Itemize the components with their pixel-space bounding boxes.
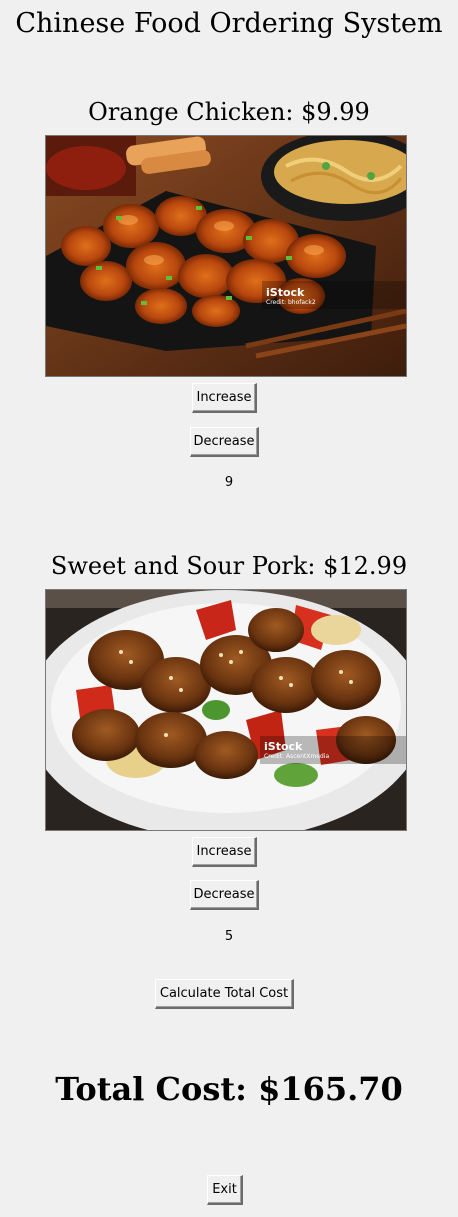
orange-chicken-increase-button[interactable]: Increase bbox=[192, 383, 257, 413]
orange-chicken-quantity: 9 bbox=[224, 475, 234, 490]
orange-chicken-watermark: iStock Credit: bhofack2 bbox=[266, 286, 316, 306]
sweet-sour-pork-increase-button[interactable]: Increase bbox=[192, 837, 257, 867]
sweet-sour-pork-decrease-button[interactable]: Decrease bbox=[190, 880, 259, 910]
exit-button[interactable]: Exit bbox=[207, 1175, 243, 1205]
calculate-total-button[interactable]: Calculate Total Cost bbox=[155, 979, 294, 1009]
sweet-sour-pork-photo: iStock Credit: AscentXmedia bbox=[45, 589, 407, 831]
orange-chicken-decrease-button[interactable]: Decrease bbox=[190, 427, 259, 457]
app-title: Chinese Food Ordering System bbox=[15, 8, 443, 39]
sweet-sour-pork-title: Sweet and Sour Pork: $12.99 bbox=[50, 552, 408, 580]
orange-chicken-title: Orange Chicken: $9.99 bbox=[88, 98, 370, 126]
sweet-sour-pork-quantity: 5 bbox=[224, 929, 234, 944]
orange-chicken-photo: iStock Credit: bhofack2 bbox=[45, 135, 407, 377]
sweet-sour-pork-watermark: iStock Credit: AscentXmedia bbox=[264, 740, 330, 760]
total-cost-label: Total Cost: $165.70 bbox=[55, 1070, 403, 1108]
